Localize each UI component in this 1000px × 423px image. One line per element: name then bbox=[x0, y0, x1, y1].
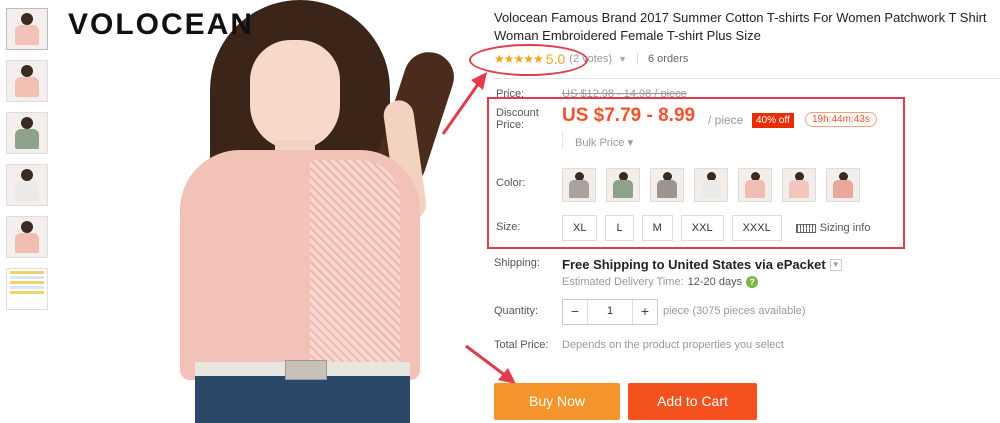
thumb-shirt bbox=[15, 25, 39, 45]
divider bbox=[494, 78, 1000, 79]
thumb-figure bbox=[21, 65, 33, 77]
quantity-increase-button[interactable]: + bbox=[633, 300, 657, 324]
star-rating-icon: ★★★★★ bbox=[494, 52, 544, 66]
thumb-shirt bbox=[15, 129, 39, 149]
thumb-figure bbox=[21, 13, 33, 25]
chart-row bbox=[10, 276, 44, 279]
thumb-figure bbox=[21, 221, 33, 233]
rating-value: 5.0 bbox=[545, 51, 566, 67]
thumb-figure bbox=[21, 169, 33, 181]
brand-logo: VOLOCEAN bbox=[68, 8, 255, 41]
votes-link[interactable]: (2 votes) bbox=[569, 53, 612, 65]
shipping-method[interactable]: Free Shipping to United States via ePack… bbox=[562, 257, 842, 272]
thumbnail-list bbox=[6, 8, 50, 320]
annotation-arrow-up-icon bbox=[441, 72, 487, 135]
shirt-lace-panel bbox=[310, 160, 400, 370]
delivery-time: Estimated Delivery Time: 12-20 days ? bbox=[562, 276, 759, 288]
quantity-input[interactable]: 1 bbox=[587, 300, 633, 324]
quantity-stepper: − 1 + bbox=[562, 299, 658, 325]
chart-row bbox=[10, 271, 44, 274]
product-main-image[interactable]: VOLOCEAN bbox=[60, 0, 460, 423]
total-price-label: Total Price: bbox=[494, 339, 549, 351]
chart-row bbox=[10, 291, 44, 294]
shipping-label: Shipping: bbox=[494, 257, 540, 269]
selection-highlight-box bbox=[487, 97, 905, 249]
shipping-method-text: Free Shipping to United States via ePack… bbox=[562, 257, 826, 272]
add-to-cart-button[interactable]: Add to Cart bbox=[628, 383, 757, 420]
help-icon[interactable]: ? bbox=[746, 276, 759, 288]
chevron-down-icon[interactable]: ▼ bbox=[618, 54, 627, 64]
thumbnail[interactable] bbox=[6, 112, 48, 154]
thumbnail-size-chart[interactable] bbox=[6, 268, 48, 310]
chevron-down-icon[interactable]: ▼ bbox=[829, 258, 842, 271]
model-face bbox=[250, 40, 340, 150]
product-title: Volocean Famous Brand 2017 Summer Cotton… bbox=[494, 10, 987, 43]
thumb-figure bbox=[21, 117, 33, 129]
quantity-label: Quantity: bbox=[494, 305, 539, 317]
total-price-text: Depends on the product properties you se… bbox=[562, 339, 784, 351]
delivery-label: Estimated Delivery Time: bbox=[562, 276, 684, 288]
orders-count: 6 orders bbox=[647, 53, 689, 65]
thumbnail[interactable] bbox=[6, 164, 48, 206]
chart-row bbox=[10, 286, 44, 289]
thumb-shirt bbox=[15, 233, 39, 253]
rating-row: ★★★★★ 5.0 (2 votes) ▼ 6 orders bbox=[494, 51, 688, 67]
thumb-shirt bbox=[15, 181, 39, 201]
thumb-shirt bbox=[15, 77, 39, 97]
stock-available: piece (3075 pieces available) bbox=[663, 305, 806, 317]
belt-buckle bbox=[285, 360, 327, 380]
thumbnail[interactable] bbox=[6, 216, 48, 258]
thumbnail[interactable] bbox=[6, 60, 48, 102]
thumbnail[interactable] bbox=[6, 8, 48, 50]
delivery-days: 12-20 days bbox=[687, 276, 743, 288]
buy-now-button[interactable]: Buy Now bbox=[494, 383, 620, 420]
quantity-decrease-button[interactable]: − bbox=[563, 300, 587, 324]
divider bbox=[636, 53, 638, 65]
chart-row bbox=[10, 281, 44, 284]
